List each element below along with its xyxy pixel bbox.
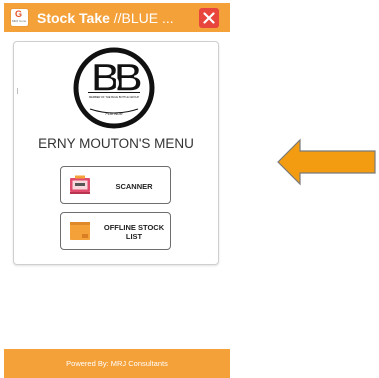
logo-bottom-text: PLATINUM: [106, 112, 123, 116]
offline-list-icon: [70, 222, 90, 240]
app-window: G MRJ Cons Stock Take //BLUE ... BB MEMB…: [4, 0, 230, 378]
close-button[interactable]: [199, 8, 219, 28]
app-title-bold: Stock Take: [37, 10, 110, 26]
app-logo-letter: G: [15, 9, 23, 19]
offline-stock-list-button[interactable]: OFFLINE STOCK LIST: [60, 212, 171, 250]
blue-bottle-logo: BB MEMBER OF THE BLUE BOTTLE GROUP PLATI…: [73, 47, 155, 129]
footer-text: Powered By: MRJ Consultants: [66, 359, 168, 368]
close-icon: [203, 12, 215, 24]
app-title-suffix: //BLUE ...: [109, 10, 174, 26]
title-bar: G MRJ Cons Stock Take //BLUE ...: [4, 3, 230, 32]
app-logo-subtext: MRJ Cons: [12, 19, 27, 23]
footer-bar: Powered By: MRJ Consultants: [4, 349, 230, 378]
left-arrow-icon: [277, 138, 376, 186]
logo-letters: BB: [91, 56, 142, 100]
screenshot: G MRJ Cons Stock Take //BLUE ... BB MEMB…: [0, 0, 379, 378]
app-title: Stock Take //BLUE ...: [37, 9, 195, 27]
menu-card: BB MEMBER OF THE BLUE BOTTLE GROUP PLATI…: [13, 41, 219, 265]
scanner-icon: [70, 175, 90, 194]
offline-stock-list-label: OFFLINE STOCK LIST: [103, 223, 165, 241]
card-edge-mark: [17, 88, 18, 94]
scanner-button[interactable]: SCANNER: [60, 166, 171, 204]
menu-title: ERNY MOUTON'S MENU: [38, 136, 194, 151]
logo-top-text: MEMBER OF THE BLUE BOTTLE GROUP: [89, 95, 139, 99]
app-logo-icon: G MRJ Cons: [11, 9, 28, 26]
scanner-label: SCANNER: [115, 181, 153, 191]
